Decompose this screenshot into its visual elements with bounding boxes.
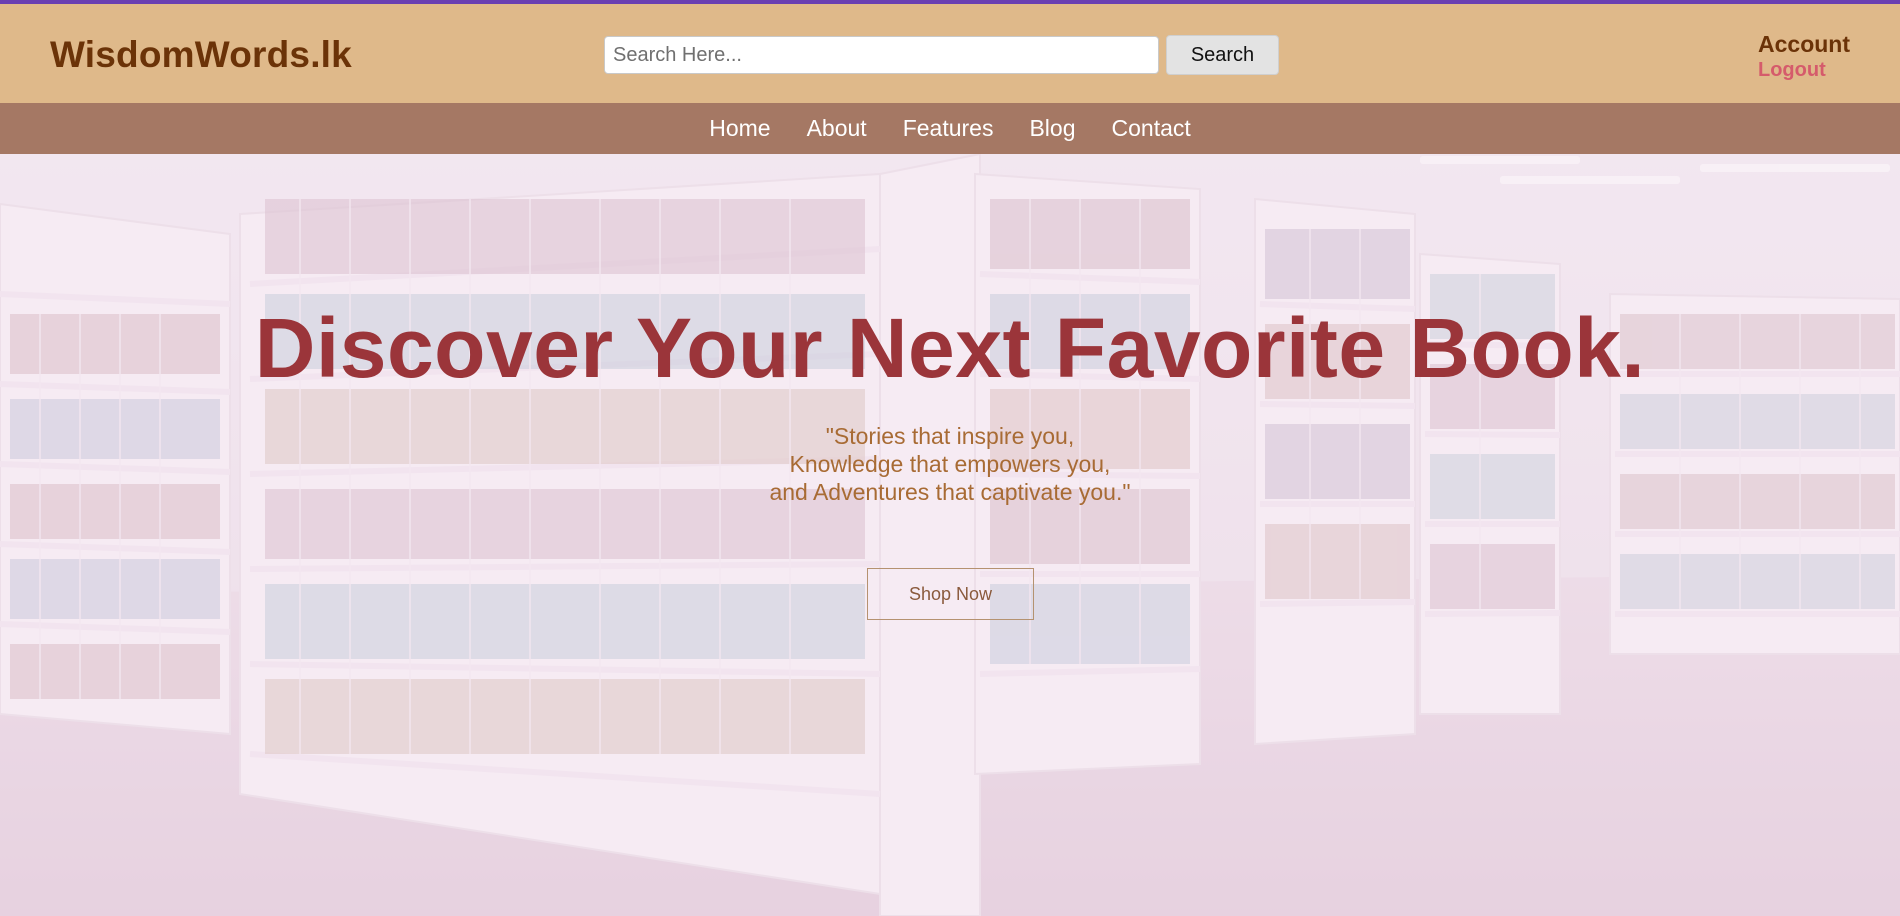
search-button[interactable]: Search — [1166, 35, 1279, 75]
account-menu: Account Logout — [1758, 31, 1850, 82]
hero-section: Discover Your Next Favorite Book. "Stori… — [0, 154, 1900, 916]
account-link[interactable]: Account — [1758, 31, 1850, 58]
nav-item-about[interactable]: About — [807, 115, 867, 142]
logout-link[interactable]: Logout — [1758, 59, 1850, 82]
hero-title: Discover Your Next Favorite Book. — [254, 301, 1646, 395]
search-input[interactable] — [604, 36, 1159, 74]
main-nav: Home About Features Blog Contact — [0, 103, 1900, 154]
hero-overlay — [0, 154, 1900, 916]
nav-item-blog[interactable]: Blog — [1029, 115, 1075, 142]
hero-quote-line: Knowledge that empowers you, — [789, 451, 1111, 477]
site-logo[interactable]: WisdomWords.lk — [50, 34, 352, 76]
nav-item-contact[interactable]: Contact — [1112, 115, 1191, 142]
hero-quote-line: "Stories that inspire you, — [825, 423, 1075, 449]
shop-now-button[interactable]: Shop Now — [867, 568, 1034, 620]
nav-item-home[interactable]: Home — [709, 115, 770, 142]
nav-item-features[interactable]: Features — [903, 115, 994, 142]
search-bar: Search — [604, 35, 1279, 75]
site-header: WisdomWords.lk Search Account Logout — [0, 0, 1900, 103]
hero-quote: "Stories that inspire you, Knowledge tha… — [0, 422, 1900, 506]
hero-quote-line: and Adventures that captivate you." — [769, 479, 1131, 505]
